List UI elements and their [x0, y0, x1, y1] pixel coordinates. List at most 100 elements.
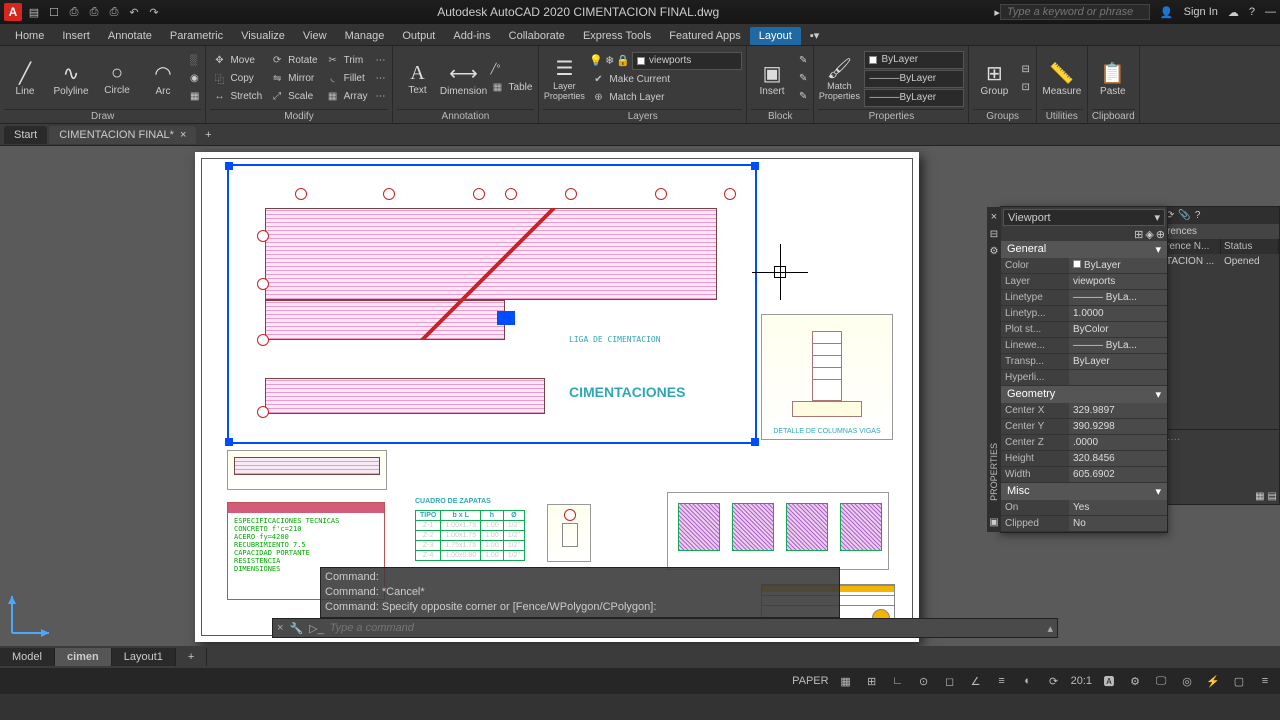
signin-label[interactable]: Sign In [1184, 6, 1218, 18]
prop-plotstyle[interactable]: ByColor [1069, 322, 1167, 337]
block-more-1[interactable]: ✎ [797, 52, 809, 69]
layer-dropdown[interactable]: viewports [632, 52, 742, 70]
layer-bulb-icon[interactable]: 💡 [589, 54, 603, 67]
otrack-icon[interactable]: ∠ [967, 675, 985, 688]
quickselect-icon[interactable]: ⊞ [1134, 228, 1143, 241]
palette-close-icon[interactable]: × [991, 211, 997, 223]
doc-tab-file[interactable]: CIMENTACION FINAL*× [49, 126, 196, 144]
matchprops-button[interactable]: 🖌Match Properties [818, 51, 860, 107]
minimize-icon[interactable]: — [1265, 6, 1276, 18]
xref-preview-icon[interactable]: ▤ [1268, 491, 1277, 502]
group-button[interactable]: ⊞Group [973, 51, 1015, 107]
transparency-icon[interactable]: ◐ [1019, 675, 1037, 687]
isolate-icon[interactable]: ◎ [1178, 675, 1196, 688]
new-tab-button[interactable]: + [198, 129, 218, 141]
prop-layer[interactable]: viewports [1069, 274, 1167, 289]
tab-layout[interactable]: Layout [750, 27, 801, 45]
matchlayer-button[interactable]: ⊕Match Layer [589, 89, 742, 106]
prop-color[interactable]: ByLayer [1069, 258, 1167, 273]
layer-freeze-icon[interactable]: ❄ [605, 54, 614, 67]
line-button[interactable]: ╱Line [4, 51, 46, 107]
grip-br[interactable] [751, 438, 759, 446]
osnap-icon[interactable]: ◻ [941, 675, 959, 688]
prop-width[interactable]: 605.6902 [1069, 467, 1167, 482]
stretch-button[interactable]: ↔Stretch [210, 88, 264, 105]
layout-tab-layout1[interactable]: Layout1 [112, 648, 176, 666]
tab-view[interactable]: View [294, 27, 336, 45]
tab-annotate[interactable]: Annotate [99, 27, 161, 45]
anno-scale[interactable]: 20:1 [1071, 675, 1092, 687]
help-search-input[interactable] [1000, 4, 1150, 20]
grid-icon[interactable]: ▦ [837, 675, 855, 688]
block-more-2[interactable]: ✎ [797, 70, 809, 87]
workspace-icon[interactable]: ⚙ [1126, 675, 1144, 688]
xref-attach-icon[interactable]: 📎 [1178, 210, 1190, 221]
command-line[interactable]: × 🔧 ▷_ ▴ [272, 618, 1058, 638]
color-dropdown[interactable]: ByLayer [864, 51, 964, 69]
selection-dropdown[interactable]: Viewport▾ [1003, 209, 1165, 226]
prop-height[interactable]: 320.8456 [1069, 451, 1167, 466]
properties-palette[interactable]: × ⊟ ⚙ PROPERTIES ▣ Viewport▾ ⊞◈⊕ General… [1000, 206, 1168, 533]
prop-ltscale[interactable]: 1.0000 [1069, 306, 1167, 321]
draw-more-3[interactable]: ▦ [188, 88, 201, 105]
snap-icon[interactable]: ⊞ [863, 675, 881, 688]
tab-manage[interactable]: Manage [336, 27, 394, 45]
grip-tr[interactable] [751, 162, 759, 170]
mirror-button[interactable]: ⇋Mirror [268, 70, 319, 87]
cycling-icon[interactable]: ⟳ [1045, 675, 1063, 688]
app-icon[interactable]: A [4, 3, 22, 21]
signin-icon[interactable]: 👤 [1160, 6, 1174, 19]
tab-visualize[interactable]: Visualize [232, 27, 294, 45]
xref-col-name[interactable]: rence N... [1163, 239, 1221, 254]
tab-home[interactable]: Home [6, 27, 53, 45]
prop-centerz[interactable]: .0000 [1069, 435, 1167, 450]
customize-icon[interactable]: ≡ [1256, 675, 1274, 687]
tab-collaborate[interactable]: Collaborate [500, 27, 574, 45]
table-button[interactable]: ▦Table [489, 79, 535, 96]
block-more-3[interactable]: ✎ [797, 88, 809, 105]
arc-button[interactable]: ◠Arc [142, 51, 184, 107]
help-icon[interactable]: ? [1249, 6, 1255, 18]
doc-tab-start[interactable]: Start [4, 126, 47, 144]
prop-clipped[interactable]: No [1069, 516, 1167, 531]
text-button[interactable]: AText [397, 51, 439, 107]
tab-more-icon[interactable]: ▪▾ [801, 26, 828, 45]
cmd-up-icon[interactable]: ▴ [1047, 622, 1053, 635]
cat-general[interactable]: General▾ [1001, 241, 1167, 258]
xref-help-icon[interactable]: ? [1195, 210, 1201, 221]
array-button[interactable]: ▦Array [324, 88, 370, 105]
tab-parametric[interactable]: Parametric [161, 27, 232, 45]
mod-more-3[interactable]: ⋯ [374, 88, 388, 105]
cat-misc[interactable]: Misc▾ [1001, 483, 1167, 500]
group-more-1[interactable]: ⊟ [1019, 61, 1031, 78]
leader-button[interactable]: ╱° [489, 61, 535, 78]
xref-panel[interactable]: ⟳📎? rences rence N...Status TACION ...Op… [1162, 206, 1280, 505]
linetype-dropdown[interactable]: ——— ByLayer [864, 89, 964, 107]
cmd-close-icon[interactable]: × [277, 622, 283, 634]
prop-centerx[interactable]: 329.9897 [1069, 403, 1167, 418]
qa-open-icon[interactable]: ☐ [46, 4, 62, 20]
lweight-icon[interactable]: ≡ [993, 675, 1011, 687]
draw-more-2[interactable]: ◉ [188, 70, 201, 87]
qa-redo-icon[interactable]: ↷ [146, 4, 162, 20]
copy-button[interactable]: ⿻Copy [210, 70, 264, 87]
appstore-icon[interactable]: ☁ [1228, 6, 1239, 19]
palette-gear-icon[interactable]: ⚙ [990, 246, 999, 257]
prop-lineweight[interactable]: ——— ByLa... [1069, 338, 1167, 353]
measure-button[interactable]: 📏Measure [1041, 51, 1083, 107]
move-button[interactable]: ✥Move [210, 52, 264, 69]
tab-addins[interactable]: Add-ins [444, 27, 499, 45]
tab-expresstools[interactable]: Express Tools [574, 27, 660, 45]
layout-canvas[interactable]: LIGA DE CIMENTACION CIMENTACIONES [0, 146, 1280, 668]
tab-output[interactable]: Output [393, 27, 444, 45]
layout-tab-cimen[interactable]: cimen [55, 648, 112, 666]
prop-on[interactable]: Yes [1069, 500, 1167, 515]
rotate-button[interactable]: ⟳Rotate [268, 52, 319, 69]
draw-more-1[interactable]: ░ [188, 52, 201, 69]
qa-saveas-icon[interactable]: ⎙ [86, 4, 102, 20]
clean-icon[interactable]: ▢ [1230, 675, 1248, 688]
cmd-wrench-icon[interactable]: 🔧 [289, 622, 303, 635]
layout-tab-model[interactable]: Model [0, 648, 55, 666]
cat-geometry[interactable]: Geometry▾ [1001, 386, 1167, 403]
qa-save-icon[interactable]: ⎙ [66, 4, 82, 20]
